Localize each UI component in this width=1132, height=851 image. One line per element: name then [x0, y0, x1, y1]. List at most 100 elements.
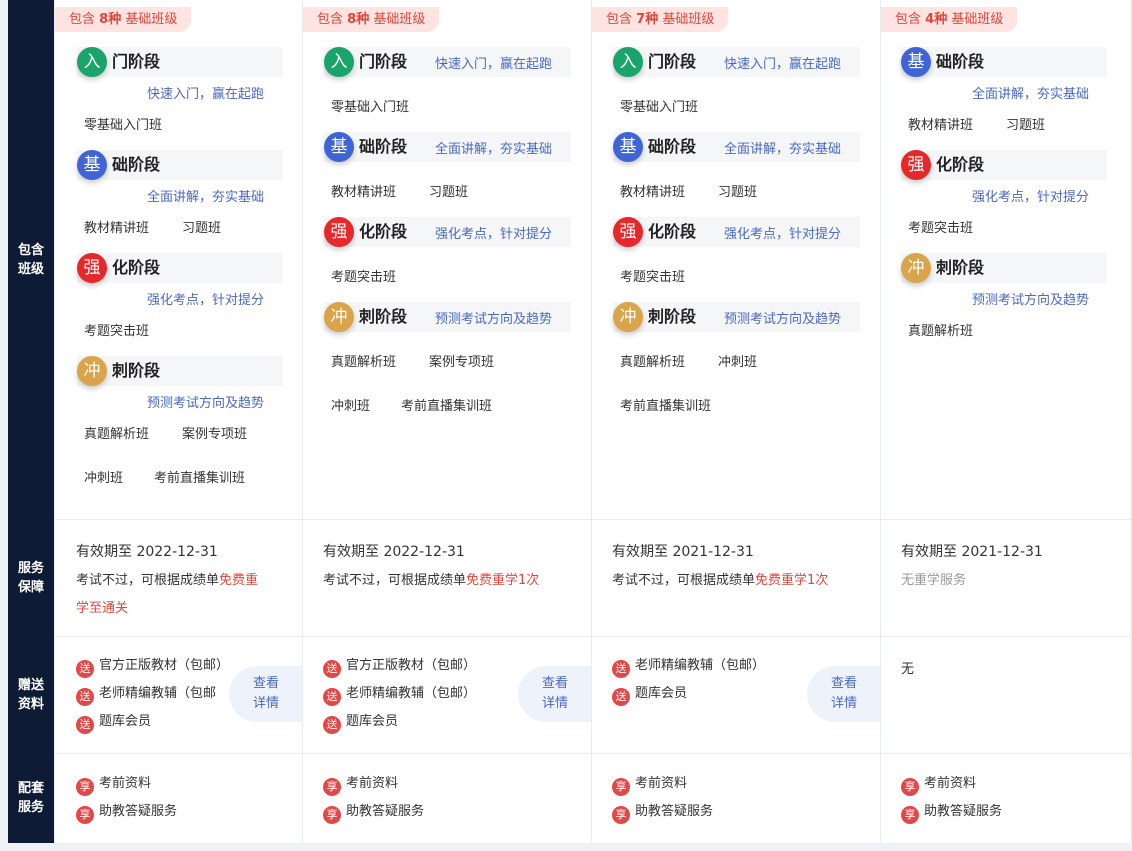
class-item: 习题班 — [718, 185, 758, 200]
stage-desc: 预测考试方向及趋势 — [147, 396, 265, 411]
row-label-service: 服务保障 — [17, 560, 44, 595]
stage-desc: 强化考点，针对提分 — [724, 227, 842, 242]
row-label-sidebar: 包含班级 服务保障 赠送资料 配套服务 — [8, 0, 54, 843]
stage-foundation: 基 础阶段 全面讲解，夯实基础 — [613, 132, 860, 162]
plan-column-3: 包含 7种 基础班级 入 门阶段 快速入门，赢在起跑 零基础入门班 基 础阶段 … — [591, 0, 881, 843]
stage-title: 础阶段 — [936, 52, 985, 71]
stage-sprint: 冲 刺阶段 — [77, 356, 283, 386]
support-item: 享考前资料 — [901, 774, 976, 796]
stage-desc: 强化考点，针对提分 — [972, 190, 1090, 205]
class-count-badge: 包含 4种 基础班级 — [881, 7, 1018, 32]
stage-title: 化阶段 — [359, 222, 408, 241]
stage-desc: 全面讲解，夯实基础 — [972, 87, 1090, 102]
validity-text: 有效期至 2022-12-31 — [76, 544, 218, 560]
gift-item: 送老师精编教辅（包邮） — [612, 656, 765, 678]
stage-title: 门阶段 — [112, 52, 161, 71]
stage-intensive-icon: 强 — [613, 217, 643, 247]
class-item: 真题解析班 — [908, 324, 974, 339]
stage-title: 化阶段 — [648, 222, 697, 241]
plan-column-1: 包含 8种 基础班级 入 门阶段 快速入门，赢在起跑 零基础入门班 基 础阶段 … — [54, 0, 303, 843]
plan-column-2: 包含 8种 基础班级 入 门阶段 快速入门，赢在起跑 零基础入门班 基 础阶段 … — [302, 0, 592, 843]
support-tag-icon: 享 — [323, 778, 341, 796]
stage-sprint-icon: 冲 — [613, 302, 643, 332]
gift-item: 送题库会员 — [76, 712, 151, 734]
no-gifts-text: 无 — [901, 662, 915, 677]
support-item: 享考前资料 — [612, 774, 687, 796]
support-item: 享助教答疑服务 — [612, 802, 713, 824]
stage-sprint-icon: 冲 — [324, 302, 354, 332]
row-label-classes: 包含班级 — [17, 242, 44, 277]
stage-intensive: 强 化阶段 — [901, 150, 1107, 180]
stage-desc: 全面讲解，夯实基础 — [147, 190, 265, 205]
class-item: 教材精讲班 — [84, 221, 150, 236]
row-label-support: 配套服务 — [17, 781, 44, 815]
class-item: 考前直播集训班 — [401, 399, 493, 414]
class-item: 考前直播集训班 — [154, 471, 246, 486]
stage-foundation: 基 础阶段 全面讲解，夯实基础 — [324, 132, 571, 162]
stage-entry-icon: 入 — [77, 47, 107, 77]
stage-desc: 预测考试方向及趋势 — [724, 312, 842, 327]
class-item: 案例专项班 — [182, 427, 248, 442]
view-details-button[interactable]: 查看 详情 — [518, 666, 592, 722]
gift-item: 送官方正版教材（包邮） — [76, 656, 229, 678]
class-count-badge: 包含 7种 基础班级 — [592, 7, 729, 32]
gift-tag-icon: 送 — [76, 716, 94, 734]
validity-text: 有效期至 2021-12-31 — [612, 544, 754, 560]
stage-title: 础阶段 — [359, 137, 408, 156]
retake-policy: 无重学服务 — [901, 573, 967, 588]
stage-entry: 入 门阶段 快速入门，赢在起跑 — [324, 47, 571, 77]
validity-text: 有效期至 2021-12-31 — [901, 544, 1043, 560]
stage-foundation: 基 础阶段 — [77, 150, 283, 180]
stage-desc: 预测考试方向及趋势 — [435, 312, 553, 327]
support-tag-icon: 享 — [323, 806, 341, 824]
stage-sprint: 冲 刺阶段 预测考试方向及趋势 — [613, 302, 860, 332]
support-tag-icon: 享 — [901, 806, 919, 824]
gift-tag-icon: 送 — [612, 688, 630, 706]
view-details-button[interactable]: 查看 详情 — [807, 666, 881, 722]
stage-foundation-icon: 基 — [901, 47, 931, 77]
support-item: 享助教答疑服务 — [76, 802, 177, 824]
support-tag-icon: 享 — [612, 806, 630, 824]
stage-entry: 入 门阶段 — [77, 47, 283, 77]
stage-intensive-icon: 强 — [77, 253, 107, 283]
stage-desc: 预测考试方向及趋势 — [972, 293, 1090, 308]
gift-tag-icon: 送 — [76, 688, 94, 706]
view-details-button[interactable]: 查看 详情 — [229, 666, 303, 722]
stage-desc: 强化考点，针对提分 — [147, 293, 265, 308]
class-item: 冲刺班 — [718, 355, 758, 370]
class-item: 零基础入门班 — [84, 118, 163, 133]
gift-item: 送官方正版教材（包邮） — [323, 656, 476, 678]
class-count-badge: 包含 8种 基础班级 — [303, 7, 440, 32]
support-tag-icon: 享 — [76, 806, 94, 824]
class-item: 案例专项班 — [429, 355, 495, 370]
stage-sprint: 冲 刺阶段 预测考试方向及趋势 — [324, 302, 571, 332]
class-item: 考题突击班 — [331, 270, 397, 285]
class-item: 冲刺班 — [84, 471, 124, 486]
class-item: 考题突击班 — [620, 270, 686, 285]
stage-sprint: 冲 刺阶段 — [901, 253, 1107, 283]
stage-entry-icon: 入 — [324, 47, 354, 77]
stage-title: 刺阶段 — [112, 361, 161, 380]
stage-foundation-icon: 基 — [324, 132, 354, 162]
validity-text: 有效期至 2022-12-31 — [323, 544, 465, 560]
retake-policy: 考试不过，可根据成绩单免费重学1次 — [612, 573, 829, 588]
stage-intensive-icon: 强 — [324, 217, 354, 247]
class-item: 冲刺班 — [331, 399, 371, 414]
stage-foundation-icon: 基 — [613, 132, 643, 162]
stage-title: 础阶段 — [112, 155, 161, 174]
stage-entry: 入 门阶段 快速入门，赢在起跑 — [613, 47, 860, 77]
gift-item: 送老师精编教辅（包邮 — [76, 684, 216, 706]
stage-title: 门阶段 — [648, 52, 697, 71]
row-label-gifts: 赠送资料 — [17, 677, 44, 712]
stage-intensive-icon: 强 — [901, 150, 931, 180]
support-item: 享考前资料 — [76, 774, 151, 796]
stage-sprint-icon: 冲 — [77, 356, 107, 386]
stage-title: 门阶段 — [359, 52, 408, 71]
stage-intensive: 强 化阶段 强化考点，针对提分 — [613, 217, 860, 247]
gift-tag-icon: 送 — [612, 660, 630, 678]
stage-desc: 快速入门，赢在起跑 — [724, 57, 842, 72]
retake-policy: 考试不过，可根据成绩单免费重 — [76, 573, 259, 588]
support-item: 享助教答疑服务 — [323, 802, 424, 824]
retake-policy-cont: 学至通关 — [76, 601, 129, 616]
stage-foundation: 基 础阶段 — [901, 47, 1107, 77]
